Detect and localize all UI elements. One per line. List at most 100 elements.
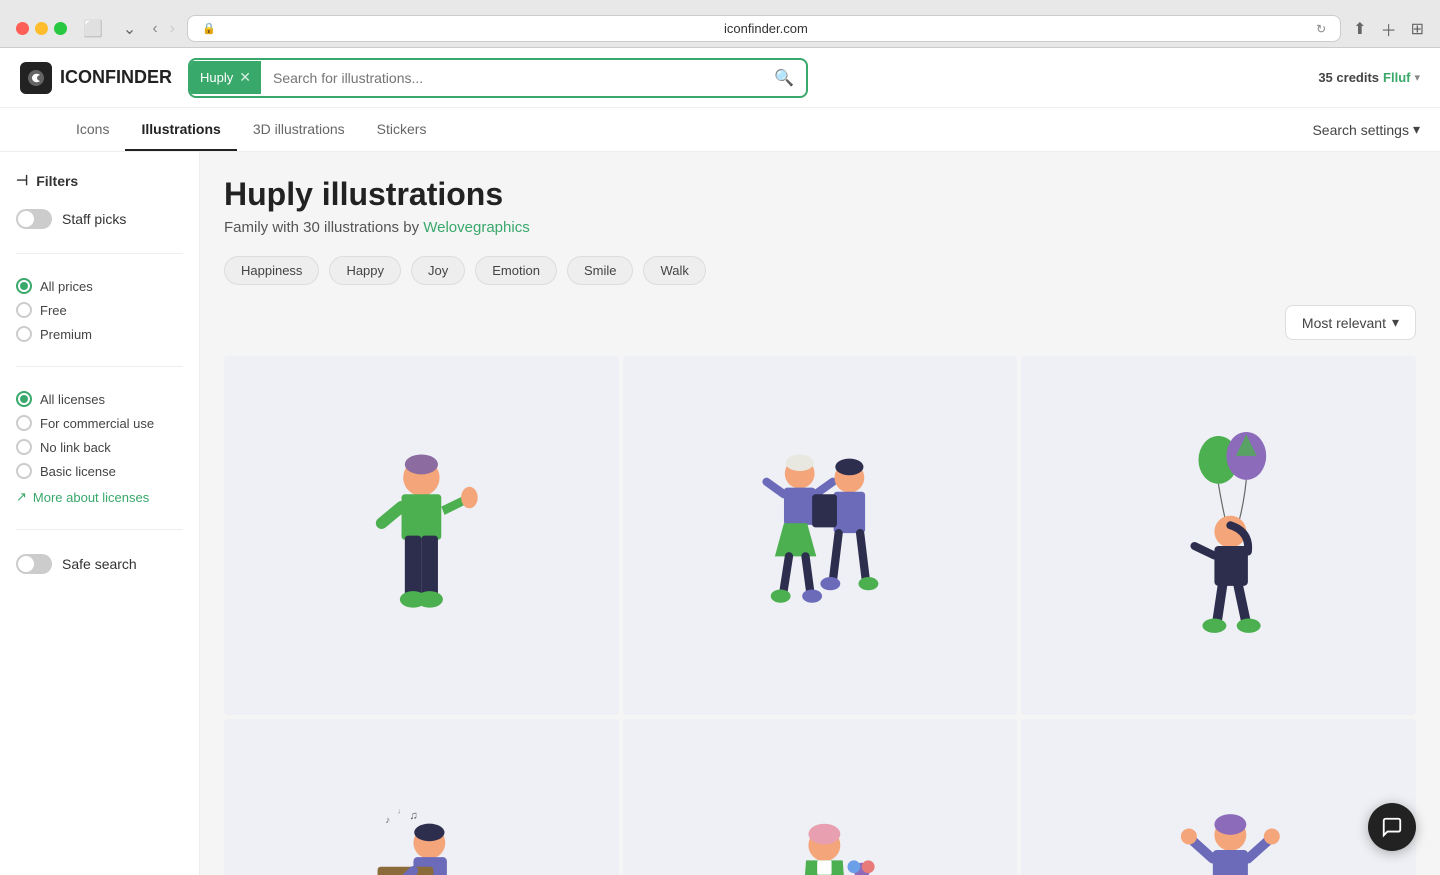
- tag-happy[interactable]: Happy: [329, 256, 401, 285]
- illustration-card-5[interactable]: ✦: [623, 719, 1018, 875]
- license-basic[interactable]: Basic license: [16, 463, 183, 479]
- divider-2: [16, 366, 183, 367]
- license-filter-section: All licenses For commercial use No link …: [16, 391, 183, 505]
- sort-row: Most relevant ▾: [224, 305, 1416, 340]
- license-no-link-back-label: No link back: [40, 440, 111, 455]
- svg-text:♫: ♫: [409, 809, 417, 821]
- license-basic-radio[interactable]: [16, 463, 32, 479]
- url-text: iconfinder.com: [224, 21, 1308, 36]
- license-radio-group: All licenses For commercial use No link …: [16, 391, 183, 479]
- license-commercial[interactable]: For commercial use: [16, 415, 183, 431]
- svg-text:♪: ♪: [385, 814, 390, 825]
- nav-tabs: Icons Illustrations 3D illustrations Sti…: [0, 108, 1440, 152]
- address-bar[interactable]: 🔒 iconfinder.com ↻: [187, 15, 1341, 42]
- traffic-lights: [16, 22, 67, 35]
- more-licenses-link[interactable]: ↗ More about licenses: [16, 489, 183, 505]
- tab-icons[interactable]: Icons: [60, 109, 125, 151]
- browser-actions: ⬆ ＋ ⊞: [1353, 17, 1424, 41]
- back-button[interactable]: ‹: [152, 20, 157, 38]
- browser-chrome: ⬜ ⌄ ‹ › 🔒 iconfinder.com ↻ ⬆ ＋ ⊞: [0, 0, 1440, 48]
- tab-stickers[interactable]: Stickers: [361, 109, 443, 151]
- license-no-link-back-radio[interactable]: [16, 439, 32, 455]
- filters-header[interactable]: ⊣ Filters: [16, 172, 183, 189]
- credits-user: Flluf: [1383, 70, 1410, 85]
- price-all[interactable]: All prices: [16, 278, 183, 294]
- tag-joy[interactable]: Joy: [411, 256, 465, 285]
- safe-search-toggle[interactable]: [16, 554, 52, 574]
- price-free-radio[interactable]: [16, 302, 32, 318]
- search-tag-remove-button[interactable]: ✕: [239, 69, 251, 86]
- divider-3: [16, 529, 183, 530]
- price-all-radio[interactable]: [16, 278, 32, 294]
- tag-walk[interactable]: Walk: [643, 256, 705, 285]
- illustration-card-4[interactable]: ♪ ♩ ♫: [224, 719, 619, 875]
- tags-row: Happiness Happy Joy Emotion Smile Walk: [224, 256, 1416, 285]
- tab-3d-illustrations[interactable]: 3D illustrations: [237, 109, 361, 151]
- main-content: ⊣ Filters Staff picks All prices: [0, 152, 1440, 875]
- price-radio-group: All prices Free Premium: [16, 278, 183, 342]
- license-all-radio[interactable]: [16, 391, 32, 407]
- share-button[interactable]: ⬆: [1353, 17, 1366, 41]
- license-commercial-label: For commercial use: [40, 416, 154, 431]
- logo-icon: [20, 62, 52, 94]
- tag-happiness[interactable]: Happiness: [224, 256, 319, 285]
- search-settings-label: Search settings: [1312, 122, 1409, 138]
- license-basic-label: Basic license: [40, 464, 116, 479]
- illustration-card-1[interactable]: [224, 356, 619, 715]
- credits-amount: 35 credits: [1318, 70, 1379, 85]
- search-submit-button[interactable]: 🔍: [762, 60, 806, 96]
- search-tag: Huply ✕: [190, 61, 261, 94]
- search-settings-button[interactable]: Search settings ▾: [1312, 121, 1420, 138]
- illustration-card-3[interactable]: [1021, 356, 1416, 715]
- refresh-icon[interactable]: ↻: [1316, 22, 1326, 36]
- price-premium-radio[interactable]: [16, 326, 32, 342]
- search-tag-label: Huply: [200, 70, 233, 85]
- price-all-label: All prices: [40, 279, 93, 294]
- sidebar-expand-button[interactable]: ⌄: [119, 15, 140, 43]
- close-button[interactable]: [16, 22, 29, 35]
- staff-picks-label: Staff picks: [62, 211, 126, 227]
- search-settings-chevron-icon: ▾: [1413, 121, 1420, 138]
- price-filter-section: All prices Free Premium: [16, 278, 183, 342]
- illustration-card-6[interactable]: [1021, 719, 1416, 875]
- page-title: Huply illustrations: [224, 176, 1416, 213]
- new-tab-button[interactable]: ＋: [1381, 17, 1397, 41]
- illustration-card-2[interactable]: [623, 356, 1018, 715]
- tag-smile[interactable]: Smile: [567, 256, 634, 285]
- grid-button[interactable]: ⊞: [1411, 17, 1424, 41]
- author-link[interactable]: Welovegraphics: [423, 219, 529, 236]
- staff-picks-toggle[interactable]: [16, 209, 52, 229]
- staff-picks-row: Staff picks: [16, 209, 183, 229]
- sort-chevron-icon: ▾: [1392, 314, 1399, 331]
- chat-widget[interactable]: [1368, 803, 1416, 851]
- sort-label: Most relevant: [1302, 315, 1386, 331]
- more-licenses-icon: ↗: [16, 489, 27, 505]
- tab-illustrations[interactable]: Illustrations: [125, 109, 236, 151]
- license-all[interactable]: All licenses: [16, 391, 183, 407]
- minimize-button[interactable]: [35, 22, 48, 35]
- fullscreen-button[interactable]: [54, 22, 67, 35]
- lock-icon: 🔒: [202, 22, 216, 35]
- license-no-link-back[interactable]: No link back: [16, 439, 183, 455]
- price-premium[interactable]: Premium: [16, 326, 183, 342]
- divider-1: [16, 253, 183, 254]
- price-free[interactable]: Free: [16, 302, 183, 318]
- license-commercial-radio[interactable]: [16, 415, 32, 431]
- safe-search-section: Safe search: [16, 554, 183, 574]
- tag-emotion[interactable]: Emotion: [475, 256, 557, 285]
- forward-button[interactable]: ›: [170, 20, 175, 38]
- sidebar-toggle-button[interactable]: ⬜: [79, 15, 107, 43]
- svg-text:♩: ♩: [397, 806, 405, 815]
- staff-picks-section: Staff picks: [16, 209, 183, 229]
- credits-chevron-icon[interactable]: ▾: [1414, 71, 1420, 84]
- price-premium-label: Premium: [40, 327, 92, 342]
- content-area: Huply illustrations Family with 30 illus…: [200, 152, 1440, 875]
- filters-label: Filters: [36, 173, 78, 189]
- more-licenses-label: More about licenses: [33, 490, 149, 505]
- price-free-label: Free: [40, 303, 67, 318]
- search-input[interactable]: [261, 62, 762, 94]
- logo[interactable]: ICONFINDER: [20, 62, 172, 94]
- sort-button[interactable]: Most relevant ▾: [1285, 305, 1416, 340]
- page-header: Huply illustrations Family with 30 illus…: [224, 176, 1416, 236]
- search-bar: Huply ✕ 🔍: [188, 58, 808, 98]
